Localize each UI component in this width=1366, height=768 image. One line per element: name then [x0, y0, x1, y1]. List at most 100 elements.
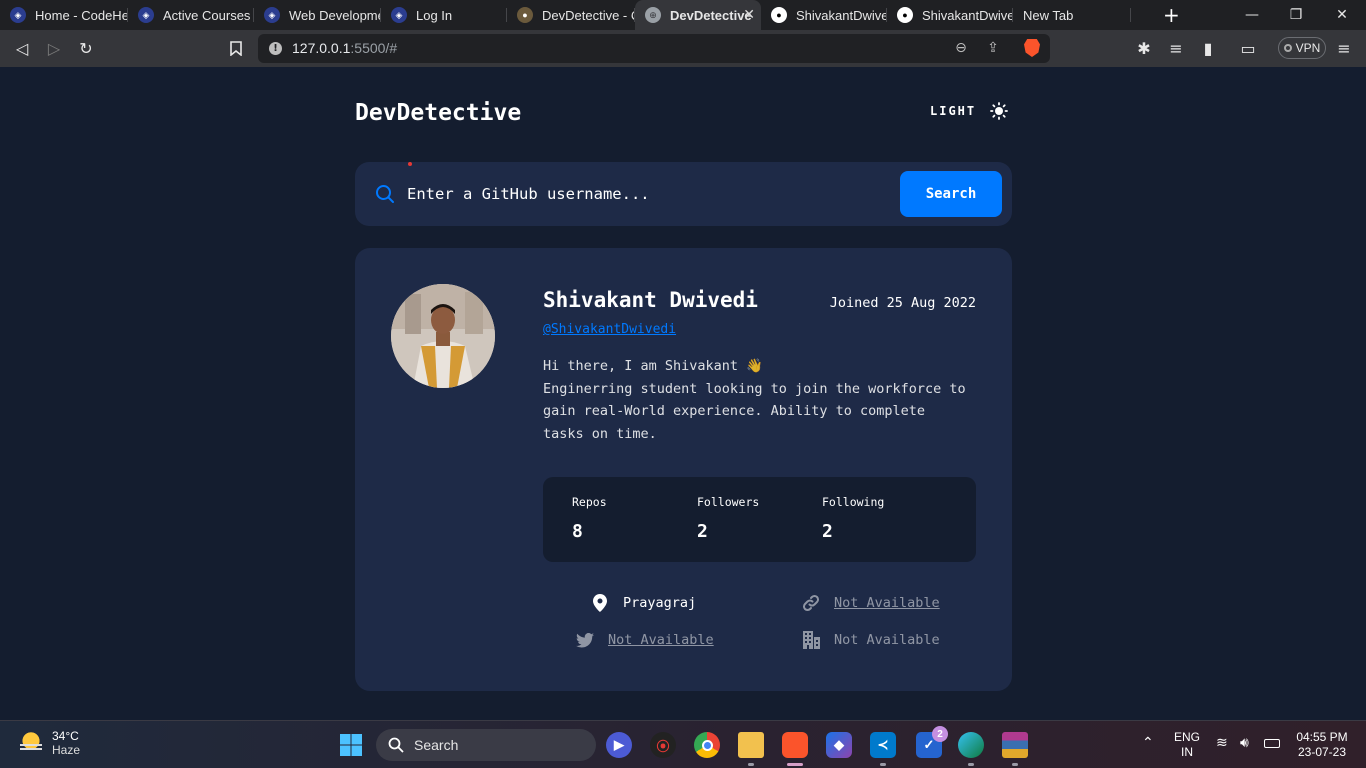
brave-shields-icon[interactable] [1024, 39, 1040, 57]
edge-icon[interactable] [958, 732, 984, 766]
minimize-button[interactable]: — [1228, 0, 1276, 30]
profile-bio: Hi there, I am Shivakant 👋 Enginerring s… [543, 355, 983, 445]
twitter-info[interactable]: Not Available [576, 631, 714, 649]
search-bar: Search [355, 162, 1012, 226]
bookmark-icon[interactable] [226, 38, 246, 58]
window-close-button[interactable]: ✕ [1318, 0, 1366, 30]
weather-widget[interactable]: 34°C Haze [18, 729, 80, 757]
show-hidden-icons[interactable]: ⌃ [1142, 735, 1154, 750]
browser-tab[interactable]: ◈ Home - CodeHelp [0, 0, 128, 30]
vpn-button[interactable]: VPN [1278, 37, 1326, 59]
globe-icon: ⊕ [645, 7, 661, 23]
github-icon: ● [771, 7, 787, 23]
maximize-button[interactable]: ❐ [1272, 0, 1320, 30]
browser-toolbar: ◁ ▷ ↻ ! 127.0.0.1:5500/# ⊖ ⇪ ✱ ≡ ▮ ▭ VPN… [0, 30, 1366, 67]
avatar [391, 284, 495, 388]
extensions-icon[interactable]: ✱ [1134, 38, 1154, 58]
vpn-icon [1283, 44, 1292, 52]
browser-tab[interactable]: ◈ Active Courses [128, 0, 254, 30]
running-indicator [748, 763, 754, 766]
file-explorer-icon[interactable] [738, 732, 764, 766]
profile-card: Shivakant Dwivedi Joined 25 Aug 2022 @Sh… [355, 248, 1012, 691]
browser-tab[interactable]: ◈ Log In [381, 0, 507, 30]
wallet-icon[interactable]: ▭ [1238, 38, 1258, 58]
browser-tab[interactable]: New Tab [1013, 0, 1131, 30]
company-text: Not Available [834, 632, 940, 648]
battery-icon[interactable] [1264, 737, 1280, 752]
website-info[interactable]: Not Available [802, 594, 940, 612]
address-bar[interactable]: ! 127.0.0.1:5500/# ⊖ ⇪ [258, 34, 1050, 63]
location-text: Prayagraj [623, 595, 697, 611]
copilot-icon[interactable]: ◆ [826, 732, 852, 758]
stat-repos: Repos 8 [572, 495, 607, 542]
clock[interactable]: 04:55 PM 23-07-23 [1292, 730, 1352, 760]
reload-button[interactable]: ↻ [76, 38, 96, 58]
brave-icon[interactable] [782, 732, 808, 766]
search-button[interactable]: Search [900, 171, 1002, 217]
forward-button[interactable]: ▷ [44, 38, 64, 58]
language-indicator[interactable]: ENG IN [1172, 730, 1202, 760]
chrome-icon[interactable] [694, 732, 720, 758]
stat-value: 8 [572, 521, 583, 542]
building-icon [802, 631, 820, 649]
running-indicator [1012, 763, 1018, 766]
browser-tab[interactable]: ● ShivakantDwivedi [887, 0, 1013, 30]
stats-panel: Repos 8 Followers 2 Following 2 [543, 477, 976, 562]
theme-toggle-button[interactable]: LIGHT [930, 102, 1009, 120]
new-tab-button[interactable]: + [1163, 3, 1180, 27]
share-icon[interactable]: ⇪ [984, 40, 1002, 58]
running-indicator [880, 763, 886, 766]
search-icon [375, 184, 395, 204]
site-info-icon[interactable]: ! [269, 42, 282, 55]
temperature: 34°C [52, 729, 79, 743]
search-icon [388, 737, 404, 753]
playlist-icon[interactable]: ≡ [1166, 38, 1186, 58]
weather-condition: Haze [52, 743, 81, 757]
profile-name: Shivakant Dwivedi [543, 288, 758, 312]
bio-line: gain real-World experience. Ability to c… [543, 403, 926, 419]
browser-tab[interactable]: ● ShivakantDwivedi [761, 0, 887, 30]
location-info: Prayagraj [591, 594, 696, 612]
zoom-icon[interactable]: ⊖ [952, 40, 970, 58]
windows-start-icon[interactable] [338, 732, 364, 758]
security-app-icon[interactable]: ⦿ [650, 732, 676, 758]
meet-icon[interactable]: ▶ [606, 732, 632, 758]
profile-username-link[interactable]: @ShivakantDwivedi [543, 322, 676, 337]
location-pin-icon [591, 594, 609, 612]
vpn-label: VPN [1295, 41, 1321, 55]
clock-date: 23-07-23 [1297, 745, 1347, 759]
language-code: ENG [1173, 730, 1200, 744]
twitter-link[interactable]: Not Available [608, 632, 714, 648]
browser-tab[interactable]: ● DevDetective - Co [507, 0, 635, 30]
volume-icon[interactable]: 🔊︎ [1240, 735, 1249, 750]
vscode-icon[interactable]: ≺ [870, 732, 896, 766]
back-button[interactable]: ◁ [12, 38, 32, 58]
bio-line: Hi there, I am Shivakant 👋 [543, 358, 764, 374]
sun-icon [990, 102, 1009, 120]
browser-tab[interactable]: ◈ Web Development [254, 0, 381, 30]
wifi-icon[interactable]: ≋ [1216, 735, 1228, 750]
taskbar-search[interactable]: Search [376, 729, 596, 761]
codehelp-icon: ◈ [138, 7, 154, 23]
todo-icon[interactable]: ✓ 2 [916, 726, 948, 758]
codehelp-icon: ◈ [10, 7, 26, 23]
menu-icon[interactable]: ≡ [1334, 38, 1354, 58]
url-text[interactable]: 127.0.0.1:5500/# [292, 40, 397, 56]
page-content: DevDetective LIGHT Search [0, 67, 1366, 720]
theme-label: LIGHT [930, 104, 977, 118]
stat-label: Followers [697, 495, 760, 509]
stat-value: 2 [697, 521, 708, 542]
url-path: :5500/# [350, 40, 398, 56]
search-input[interactable] [407, 175, 887, 213]
sidebar-icon[interactable]: ▮ [1198, 38, 1218, 58]
browser-tab-strip: ◈ Home - CodeHelp ◈ Active Courses ◈ Web… [0, 0, 1366, 30]
winrar-icon[interactable] [1002, 732, 1028, 766]
region-code: IN [1181, 745, 1193, 759]
website-link[interactable]: Not Available [834, 595, 940, 611]
stat-label: Repos [572, 495, 607, 509]
twitter-icon [576, 631, 594, 649]
taskbar-search-label: Search [414, 737, 459, 753]
browser-tab-active[interactable]: ⊕ DevDetective ✕ [635, 0, 761, 30]
close-icon[interactable]: ✕ [743, 6, 755, 23]
url-host: 127.0.0.1 [292, 40, 351, 56]
